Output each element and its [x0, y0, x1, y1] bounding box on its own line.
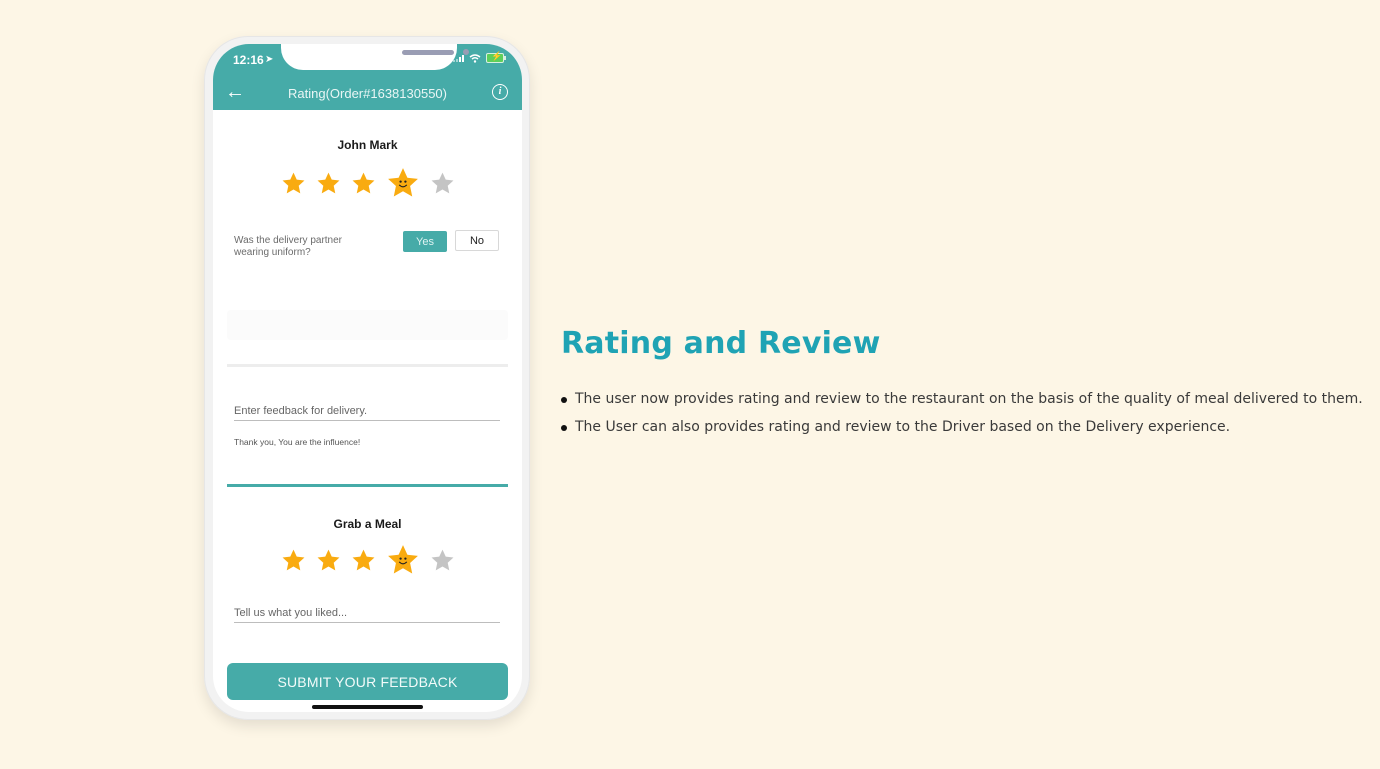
restaurant-name: Grab a Meal [333, 517, 402, 531]
section-divider-accent [227, 484, 508, 487]
helper-text: Thank you, You are the influence! [234, 437, 361, 447]
star-filled-icon[interactable] [281, 548, 306, 573]
delivery-feedback-input[interactable] [234, 405, 500, 421]
app-header: 12:16 ➤ ⚡ ← Rating(Order#1638130550) i [213, 44, 522, 110]
battery-charging-icon: ⚡ [486, 51, 506, 63]
phone-frame: 12:16 ➤ ⚡ ← Rating(Order#1638130550) i J… [204, 36, 530, 720]
driver-star-rating[interactable] [213, 168, 522, 200]
driver-name: John Mark [337, 138, 398, 152]
star-filled-icon[interactable] [281, 171, 306, 196]
star-filled-icon[interactable] [351, 548, 376, 573]
speaker [402, 50, 454, 55]
star-smiley-icon[interactable] [386, 543, 420, 577]
submit-feedback-button[interactable]: SUBMIT YOUR FEEDBACK [227, 663, 508, 700]
star-filled-icon[interactable] [316, 548, 341, 573]
description-bullet: The user now provides rating and review … [561, 385, 1363, 413]
home-indicator [312, 705, 423, 709]
uniform-question: Was the delivery partner wearing uniform… [234, 235, 343, 258]
empty-panel [227, 310, 508, 340]
uniform-no-button[interactable]: No [455, 230, 499, 251]
section-heading: Rating and Review [561, 326, 881, 361]
star-filled-icon[interactable] [316, 171, 341, 196]
description-bullet: The User can also provides rating and re… [561, 413, 1363, 441]
restaurant-feedback-input[interactable] [234, 607, 500, 623]
star-empty-icon[interactable] [430, 548, 455, 573]
phone-screen: 12:16 ➤ ⚡ ← Rating(Order#1638130550) i J… [213, 44, 522, 712]
restaurant-star-rating[interactable] [213, 545, 522, 577]
page-title: Rating(Order#1638130550) [288, 86, 447, 101]
uniform-yes-button[interactable]: Yes [403, 231, 447, 252]
cellular-signal-icon [453, 54, 464, 62]
info-icon[interactable]: i [492, 84, 508, 100]
wifi-icon [469, 53, 481, 63]
section-divider [227, 364, 508, 367]
star-filled-icon[interactable] [351, 171, 376, 196]
star-empty-icon[interactable] [430, 171, 455, 196]
description-list: The user now provides rating and review … [561, 385, 1363, 441]
status-time: 12:16 [233, 53, 264, 67]
notch [281, 44, 469, 70]
location-arrow-icon: ➤ [265, 54, 274, 65]
star-smiley-icon[interactable] [386, 166, 420, 200]
status-icons: ⚡ [453, 51, 506, 63]
